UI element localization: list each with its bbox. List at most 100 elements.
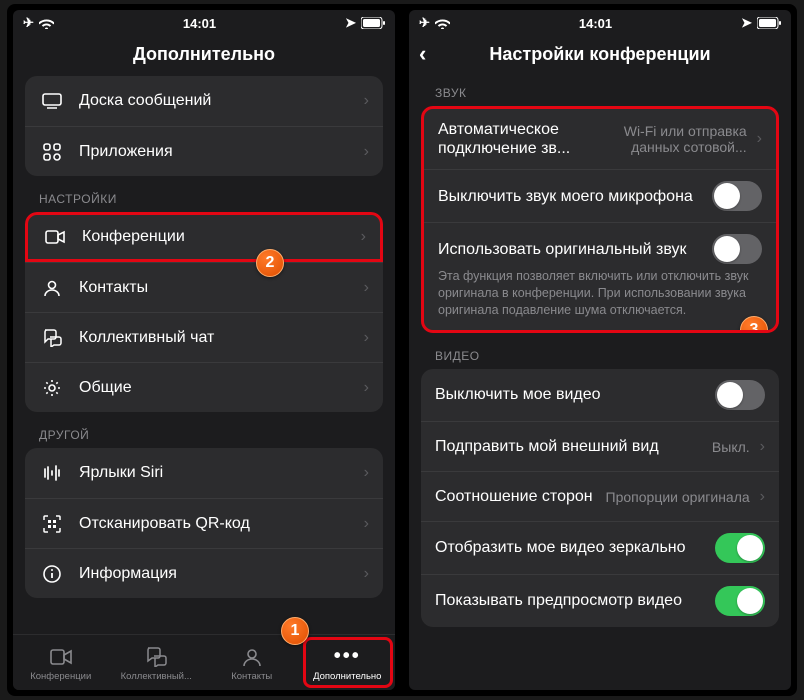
row-label: Выключить мое видео xyxy=(435,386,707,404)
wifi-icon xyxy=(435,18,450,29)
airplane-icon: ✈︎ xyxy=(419,15,430,31)
chevron-right-icon: › xyxy=(364,143,369,161)
chevron-right-icon: › xyxy=(760,488,765,506)
tab-more[interactable]: ••• Дополнительно xyxy=(300,646,396,682)
row-label: Ярлыки Siri xyxy=(79,464,360,482)
board-icon xyxy=(39,93,65,109)
row-label: Показывать предпросмотр видео xyxy=(435,591,707,610)
phone-right: ✈︎ 14:01 ➤ ‹ Настройки конференции ЗВУК … xyxy=(409,10,791,690)
chevron-right-icon: › xyxy=(364,329,369,347)
row-siri[interactable]: Ярлыки Siri › xyxy=(25,448,383,498)
location-icon: ➤ xyxy=(345,15,356,31)
tab-label: Дополнительно xyxy=(313,671,381,682)
tab-conferences[interactable]: Конференции xyxy=(13,646,109,682)
row-label: Соотношение сторон xyxy=(435,487,606,506)
info-icon xyxy=(39,565,65,583)
status-bar: ✈︎ 14:01 ➤ xyxy=(409,10,791,32)
location-icon: ➤ xyxy=(741,15,752,31)
section-header-settings: НАСТРОЙКИ xyxy=(25,176,383,212)
badge-2: 2 xyxy=(256,249,284,277)
row-label: Выключить звук моего микрофона xyxy=(438,187,704,206)
qr-icon xyxy=(39,515,65,533)
toggle-preview[interactable] xyxy=(715,586,765,616)
chevron-right-icon: › xyxy=(757,130,762,148)
toggle-mute-mic[interactable] xyxy=(712,181,762,211)
nav-header: ‹ Настройки конференции xyxy=(409,32,791,76)
chat-icon xyxy=(39,329,65,347)
chat-icon xyxy=(145,646,167,668)
tab-team-chat[interactable]: Коллективный... xyxy=(109,646,205,682)
row-label: Контакты xyxy=(79,279,360,297)
apps-icon xyxy=(39,143,65,161)
tab-bar: Конференции Коллективный... Контакты •••… xyxy=(13,634,395,690)
row-qr[interactable]: Отсканировать QR-код › xyxy=(25,498,383,548)
row-original-sound[interactable]: Использовать оригинальный звук Эта функц… xyxy=(424,222,776,330)
section-header-other: ДРУГОЙ xyxy=(25,412,383,448)
row-value: Выкл. xyxy=(712,439,750,455)
tab-contacts[interactable]: Контакты xyxy=(204,646,300,682)
row-description: Эта функция позволяет включить или отклю… xyxy=(438,264,762,319)
group-video: Выключить мое видео Подправить мой внешн… xyxy=(421,369,779,627)
chevron-right-icon: › xyxy=(364,379,369,397)
row-general[interactable]: Общие › xyxy=(25,362,383,412)
row-label: Использовать оригинальный звук xyxy=(438,240,704,259)
chevron-right-icon: › xyxy=(364,279,369,297)
row-apps[interactable]: Приложения › xyxy=(25,126,383,176)
page-title: Настройки конференции xyxy=(489,44,710,65)
toggle-original-sound[interactable] xyxy=(712,234,762,264)
toggle-mirror[interactable] xyxy=(715,533,765,563)
status-bar: ✈︎ 14:01 ➤ xyxy=(13,10,395,32)
group-top: Доска сообщений › Приложения › xyxy=(25,76,383,176)
row-label: Общие xyxy=(79,379,360,397)
row-video-off[interactable]: Выключить мое видео xyxy=(421,369,779,421)
row-info[interactable]: Информация › xyxy=(25,548,383,598)
row-conferences[interactable]: Конференции › 2 xyxy=(25,212,383,262)
phone-left: ✈︎ 14:01 ➤ Дополнительно xyxy=(13,10,395,690)
row-label: Коллективный чат xyxy=(79,329,360,347)
airplane-icon: ✈︎ xyxy=(23,15,34,31)
row-contacts[interactable]: Контакты › xyxy=(25,262,383,312)
row-label: Отсканировать QR-код xyxy=(79,515,360,533)
chevron-right-icon: › xyxy=(364,565,369,583)
contact-icon xyxy=(39,279,65,297)
status-time: 14:01 xyxy=(579,16,612,31)
row-mute-mic[interactable]: Выключить звук моего микрофона xyxy=(424,169,776,222)
row-mirror[interactable]: Отобразить мое видео зеркально xyxy=(421,521,779,574)
row-label: Доска сообщений xyxy=(79,92,360,110)
group-settings: Конференции › 2 Контакты › Коллективный … xyxy=(25,212,383,412)
more-icon: ••• xyxy=(334,646,361,668)
battery-icon xyxy=(757,17,781,29)
row-touch-up[interactable]: Подправить мой внешний вид Выкл. › xyxy=(421,421,779,471)
video-icon xyxy=(42,230,68,244)
back-button[interactable]: ‹ xyxy=(419,41,426,67)
group-sound: Автоматическое подключение зв... Wi-Fi и… xyxy=(421,106,779,333)
section-header-sound: ЗВУК xyxy=(421,76,779,106)
chevron-right-icon: › xyxy=(364,464,369,482)
row-value: Пропорции оригинала xyxy=(606,489,750,505)
section-header-video: ВИДЕО xyxy=(421,333,779,369)
row-label: Автоматическое подключение зв... xyxy=(438,120,597,158)
siri-icon xyxy=(39,465,65,481)
video-icon xyxy=(50,646,72,668)
row-value: Wi-Fi или отправка данных сотовой... xyxy=(597,123,747,155)
gear-icon xyxy=(39,379,65,397)
badge-1: 1 xyxy=(281,617,309,645)
toggle-video-off[interactable] xyxy=(715,380,765,410)
row-label: Подправить мой внешний вид xyxy=(435,438,712,456)
row-aspect[interactable]: Соотношение сторон Пропорции оригинала › xyxy=(421,471,779,521)
wifi-icon xyxy=(39,18,54,29)
row-preview[interactable]: Показывать предпросмотр видео xyxy=(421,574,779,627)
row-label: Информация xyxy=(79,565,360,583)
chevron-right-icon: › xyxy=(364,515,369,533)
row-message-board[interactable]: Доска сообщений › xyxy=(25,76,383,126)
status-time: 14:01 xyxy=(183,16,216,31)
group-other: Ярлыки Siri › Отсканировать QR-код › Инф… xyxy=(25,448,383,598)
row-team-chat[interactable]: Коллективный чат › xyxy=(25,312,383,362)
row-label: Отобразить мое видео зеркально xyxy=(435,538,707,557)
row-label: Конференции xyxy=(82,228,357,246)
page-title: Дополнительно xyxy=(133,44,275,65)
nav-header: Дополнительно xyxy=(13,32,395,76)
row-auto-audio[interactable]: Автоматическое подключение зв... Wi-Fi и… xyxy=(424,109,776,169)
chevron-right-icon: › xyxy=(364,92,369,110)
tab-label: Коллективный... xyxy=(121,671,192,682)
